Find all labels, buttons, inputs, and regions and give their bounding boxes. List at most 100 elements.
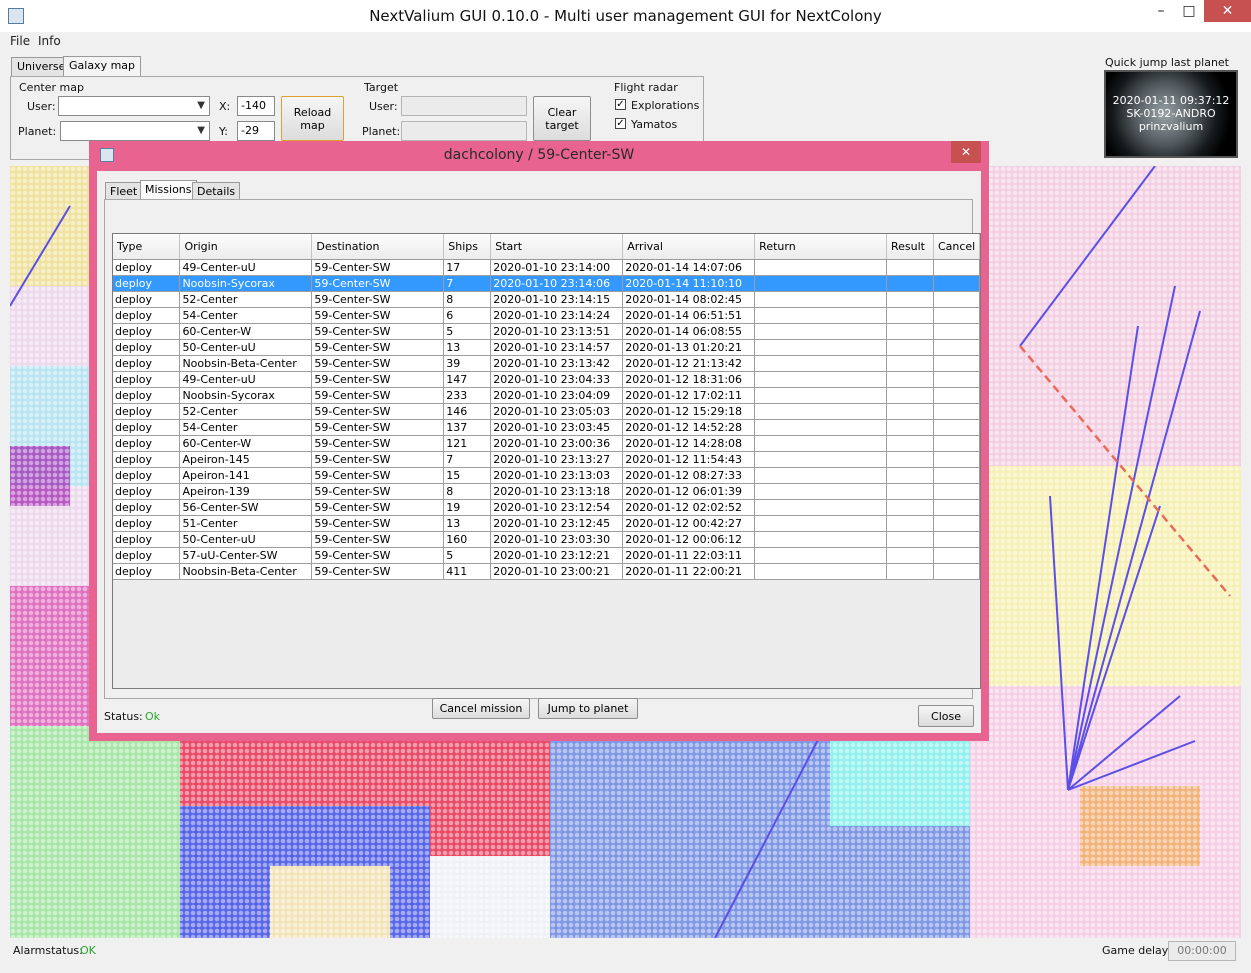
table-row[interactable]: deploy 50-Center-uU 59-Center-SW 13 2020-01-…: [113, 339, 980, 356]
target-planet-label: Planet:: [362, 125, 401, 138]
table-cell: 13: [443, 515, 492, 532]
table-cell: deploy: [113, 355, 181, 372]
x-input[interactable]: -140: [237, 96, 275, 116]
table-cell: 59-Center-SW: [311, 563, 445, 580]
table-cell: [754, 515, 887, 532]
dialog-close-icon[interactable]: ✕: [951, 141, 981, 163]
maximize-button[interactable]: □: [1176, 0, 1202, 22]
table-row[interactable]: deploy 54-Center 59-Center-SW 6 2020-01-10 2…: [113, 307, 980, 324]
table-row[interactable]: deploy 57-uU-Center-SW 59-Center-SW 5 2020-0…: [113, 547, 980, 564]
table-cell: 2020-01-10 23:04:09: [490, 387, 624, 404]
close-button[interactable]: Close: [918, 705, 974, 727]
clear-target-button[interactable]: Clear target: [533, 96, 591, 141]
table-row[interactable]: deploy 60-Center-W 59-Center-SW 5 2020-01-10…: [113, 323, 980, 340]
tab-missions[interactable]: Missions: [140, 180, 197, 200]
table-row[interactable]: deploy 49-Center-uU 59-Center-SW 147 2020-01…: [113, 371, 980, 388]
table-cell: 60-Center-W: [179, 323, 313, 340]
table-cell: [754, 387, 887, 404]
table-cell: [754, 355, 887, 372]
table-cell: [933, 531, 980, 548]
tab-fleet[interactable]: Fleet: [105, 182, 143, 200]
table-cell: [754, 291, 887, 308]
table-row[interactable]: deploy 50-Center-uU 59-Center-SW 160 2020-01…: [113, 531, 980, 548]
table-cell: 49-Center-uU: [179, 259, 313, 276]
table-row[interactable]: deploy Noobsin-Beta-Center 59-Center-SW 39 2…: [113, 355, 980, 372]
table-cell: 59-Center-SW: [311, 307, 445, 324]
table-cell: 2020-01-13 01:20:21: [622, 339, 756, 356]
table-cell: [886, 355, 934, 372]
table-cell: 2020-01-14 11:10:10: [622, 275, 756, 292]
planet-select[interactable]: ▼: [60, 121, 210, 141]
column-header[interactable]: Start: [490, 234, 624, 260]
column-header[interactable]: Return: [754, 234, 887, 260]
table-row[interactable]: deploy Noobsin-Sycorax 59-Center-SW 7 2020-0…: [113, 275, 980, 292]
cancel-mission-button[interactable]: Cancel mission: [432, 698, 530, 719]
table-cell: 59-Center-SW: [311, 515, 445, 532]
yamatos-checkbox[interactable]: ✓: [615, 118, 626, 129]
table-cell: 2020-01-12 18:31:06: [622, 371, 756, 388]
quick-jump-planet-name: SK-0192-ANDRO: [1126, 107, 1216, 120]
table-row[interactable]: deploy Apeiron-145 59-Center-SW 7 2020-01-10…: [113, 451, 980, 468]
table-row[interactable]: deploy 56-Center-SW 59-Center-SW 19 2020-01-…: [113, 499, 980, 516]
table-cell: deploy: [113, 451, 181, 468]
table-row[interactable]: deploy Noobsin-Sycorax 59-Center-SW 233 2020…: [113, 387, 980, 404]
user-select[interactable]: ▼: [58, 96, 210, 116]
table-row[interactable]: deploy 51-Center 59-Center-SW 13 2020-01-10 …: [113, 515, 980, 532]
table-cell: 137: [443, 419, 492, 436]
table-row[interactable]: deploy Apeiron-141 59-Center-SW 15 2020-01-1…: [113, 467, 980, 484]
table-cell: 2020-01-11 22:03:11: [622, 547, 756, 564]
table-cell: 2020-01-12 00:06:12: [622, 531, 756, 548]
column-header[interactable]: Result: [886, 234, 934, 260]
missions-dialog: dachcolony / 59-Center-SW ✕ Fleet Missio…: [89, 141, 989, 741]
table-row[interactable]: deploy 52-Center 59-Center-SW 8 2020-01-10 2…: [113, 291, 980, 308]
table-row[interactable]: deploy 52-Center 59-Center-SW 146 2020-01-10…: [113, 403, 980, 420]
table-cell: 233: [443, 387, 492, 404]
center-map-title: Center map: [19, 81, 84, 94]
tab-details[interactable]: Details: [192, 182, 241, 200]
explorations-checkbox[interactable]: ✓: [615, 99, 626, 110]
table-cell: 51-Center: [179, 515, 313, 532]
table-cell: [886, 467, 934, 484]
column-header[interactable]: Type: [113, 234, 181, 260]
column-header[interactable]: Ships: [443, 234, 492, 260]
table-row[interactable]: deploy Apeiron-139 59-Center-SW 8 2020-01-10…: [113, 483, 980, 500]
table-cell: [754, 483, 887, 500]
table-cell: [933, 291, 980, 308]
table-cell: 15: [443, 467, 492, 484]
table-cell: [754, 563, 887, 580]
reload-map-button[interactable]: Reload map: [281, 96, 344, 141]
tab-galaxy-map[interactable]: Galaxy map: [63, 56, 142, 77]
table-cell: 54-Center: [179, 419, 313, 436]
minimize-button[interactable]: –: [1148, 0, 1174, 22]
column-header[interactable]: Arrival: [622, 234, 756, 260]
table-row[interactable]: deploy 54-Center 59-Center-SW 137 2020-01-10…: [113, 419, 980, 436]
table-row[interactable]: deploy 60-Center-W 59-Center-SW 121 2020-01-…: [113, 435, 980, 452]
table-cell: 2020-01-10 23:00:21: [490, 563, 624, 580]
table-cell: 13: [443, 339, 492, 356]
table-row[interactable]: deploy Noobsin-Beta-Center 59-Center-SW 411…: [113, 563, 980, 580]
table-cell: deploy: [113, 531, 181, 548]
table-cell: 2020-01-14 08:02:45: [622, 291, 756, 308]
close-window-button[interactable]: ✕: [1204, 0, 1251, 22]
column-header[interactable]: Cancel: [933, 234, 980, 260]
y-input[interactable]: -29: [237, 121, 275, 141]
table-cell: deploy: [113, 515, 181, 532]
table-cell: deploy: [113, 291, 181, 308]
table-cell: [754, 275, 887, 292]
menu-file[interactable]: File: [10, 34, 30, 48]
table-cell: [754, 499, 887, 516]
quick-jump-planet[interactable]: 2020-01-11 09:37:12 SK-0192-ANDRO prinzv…: [1104, 70, 1238, 158]
table-cell: 121: [443, 435, 492, 452]
menu-info[interactable]: Info: [38, 34, 61, 48]
table-cell: [886, 339, 934, 356]
jump-to-planet-button[interactable]: Jump to planet: [538, 698, 638, 719]
table-row[interactable]: deploy 49-Center-uU 59-Center-SW 17 2020-01-…: [113, 259, 980, 276]
column-header[interactable]: Destination: [311, 234, 445, 260]
y-label: Y:: [219, 125, 228, 138]
column-header[interactable]: Origin: [179, 234, 313, 260]
alarm-status-value: OK: [80, 944, 96, 957]
game-delay-label: Game delay:: [1102, 944, 1172, 957]
missions-table[interactable]: Type Origin Destination Ships Start Arrival Re…: [112, 233, 981, 689]
target-planet-field: [401, 121, 527, 141]
table-cell: [886, 371, 934, 388]
